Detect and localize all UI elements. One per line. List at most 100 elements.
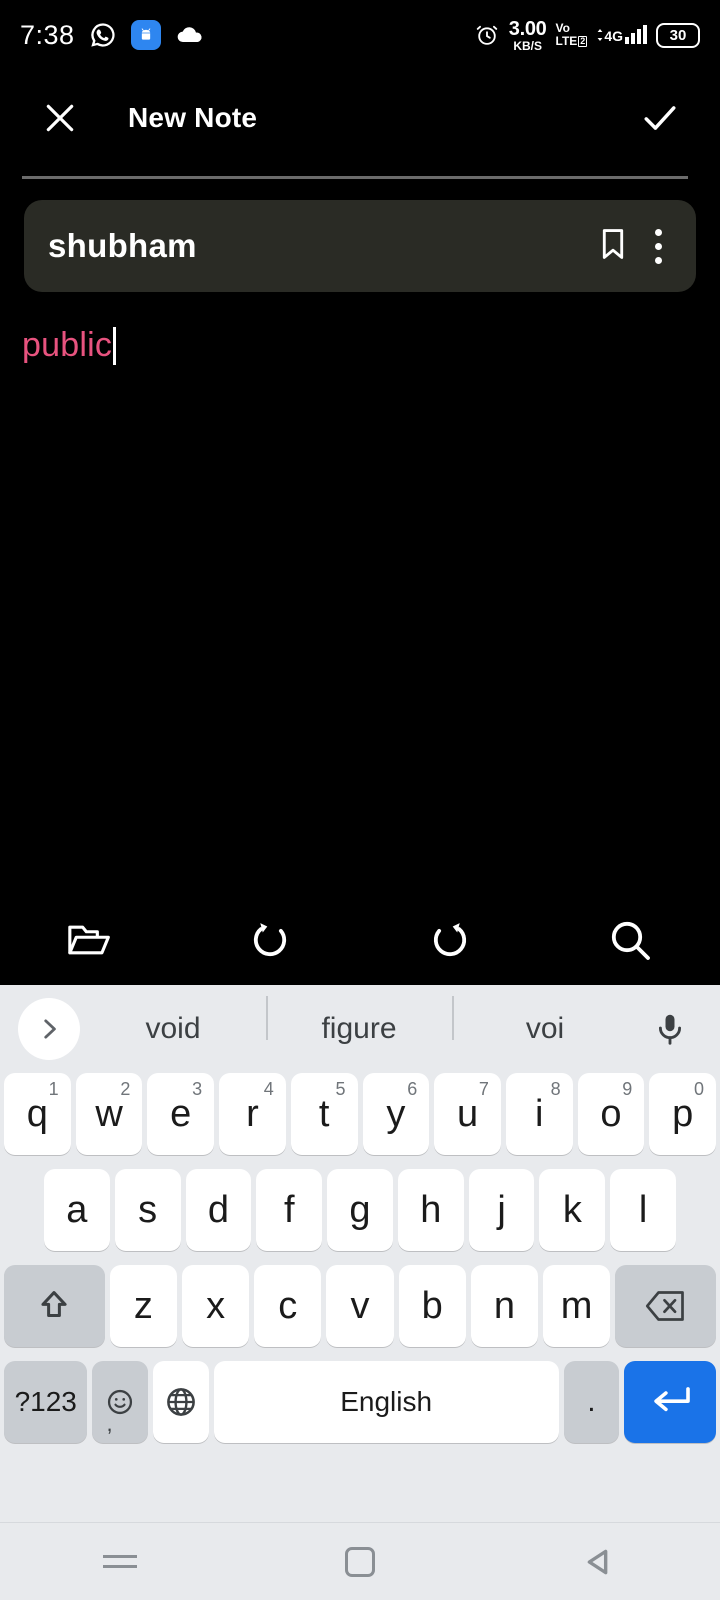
- key-sup: 3: [192, 1079, 203, 1099]
- back-icon: [587, 1549, 608, 1574]
- key-y[interactable]: 6y: [362, 1073, 430, 1155]
- network-type: 4G: [604, 28, 623, 44]
- key-label: u: [456, 1093, 479, 1135]
- alarm-icon: [476, 25, 498, 45]
- system-nav-bar: [0, 1522, 720, 1600]
- page-title: New Note: [128, 102, 258, 133]
- key-n[interactable]: n: [470, 1265, 539, 1347]
- key-b[interactable]: b: [398, 1265, 466, 1347]
- signal-indicator: 4G: [596, 25, 647, 44]
- app-bar: New Note: [0, 78, 720, 158]
- suggestion-item[interactable]: figure: [266, 996, 452, 1046]
- key-sup: 9: [622, 1079, 633, 1099]
- key-c[interactable]: c: [254, 1265, 322, 1347]
- voice-input-button[interactable]: [638, 1011, 702, 1047]
- key-label: e: [170, 1093, 192, 1135]
- status-bar: 7:38 3.00 KB/S Vo LTE 2 4G 30: [0, 0, 720, 70]
- status-bar-right: 3.00 KB/S Vo LTE 2 4G 30: [474, 19, 700, 52]
- key-z[interactable]: z: [109, 1265, 177, 1347]
- search-button[interactable]: [540, 916, 720, 964]
- recents-button[interactable]: [0, 1555, 240, 1568]
- note-body-field[interactable]: public: [22, 326, 682, 365]
- search-icon: [611, 921, 650, 960]
- key-v[interactable]: v: [326, 1265, 394, 1347]
- status-time: 7:38: [20, 19, 75, 50]
- suggestion-item[interactable]: void: [80, 1012, 266, 1046]
- space-key[interactable]: English: [213, 1361, 559, 1443]
- key-d[interactable]: d: [185, 1169, 252, 1251]
- undo-button[interactable]: [180, 917, 360, 963]
- volte-indicator: Vo LTE 2: [556, 22, 588, 47]
- phone-screen: 7:38 3.00 KB/S Vo LTE 2 4G 30 New Note s…: [0, 0, 720, 1600]
- net-speed-unit: KB/S: [513, 38, 542, 53]
- key-label: d: [207, 1189, 229, 1231]
- key-label: ?123: [14, 1386, 77, 1417]
- key-j[interactable]: j: [468, 1169, 535, 1251]
- key-p[interactable]: 0p: [649, 1073, 717, 1155]
- key-r[interactable]: 4r: [219, 1073, 286, 1155]
- key-u[interactable]: 7u: [434, 1073, 501, 1155]
- key-label: i: [535, 1093, 544, 1135]
- close-button[interactable]: [34, 92, 86, 144]
- shift-key[interactable]: [4, 1265, 105, 1347]
- redo-icon: [433, 923, 467, 957]
- key-i[interactable]: 8i: [505, 1073, 573, 1155]
- expand-suggestions-button[interactable]: [18, 998, 80, 1060]
- note-title-field[interactable]: shubham: [24, 200, 696, 292]
- key-label: p: [672, 1093, 694, 1135]
- key-sup: 7: [478, 1079, 489, 1099]
- key-label: g: [349, 1189, 371, 1231]
- key-label: f: [283, 1189, 295, 1231]
- key-m[interactable]: m: [543, 1265, 611, 1347]
- check-icon: [644, 106, 676, 130]
- key-k[interactable]: k: [539, 1169, 606, 1251]
- recents-icon: [103, 1555, 137, 1568]
- key-w[interactable]: 2w: [75, 1073, 143, 1155]
- backspace-icon: [645, 1291, 684, 1321]
- key-o[interactable]: 9o: [577, 1073, 645, 1155]
- enter-key[interactable]: [624, 1361, 716, 1443]
- battery-indicator: 30: [656, 22, 700, 48]
- save-note-button[interactable]: [634, 92, 686, 144]
- cloud-icon: [177, 27, 202, 43]
- key-l[interactable]: l: [610, 1169, 677, 1251]
- key-label: n: [493, 1285, 515, 1327]
- note-toolbar: [0, 900, 720, 980]
- key-s[interactable]: s: [114, 1169, 181, 1251]
- key-label: z: [133, 1285, 153, 1327]
- key-t[interactable]: 5t: [290, 1073, 358, 1155]
- key-sup: 6: [407, 1079, 418, 1099]
- period-key[interactable]: .: [563, 1361, 620, 1443]
- chevron-right-icon: [44, 1019, 56, 1039]
- open-folder-button[interactable]: [0, 918, 180, 962]
- key-label: a: [66, 1189, 88, 1231]
- key-h[interactable]: h: [397, 1169, 464, 1251]
- symbols-key[interactable]: ?123: [4, 1361, 88, 1443]
- suggestion-item[interactable]: voi: [452, 996, 638, 1046]
- language-key[interactable]: [153, 1361, 209, 1443]
- key-e[interactable]: 3e: [147, 1073, 215, 1155]
- battery-level: 30: [669, 26, 687, 44]
- key-sup: 4: [263, 1079, 274, 1099]
- key-label: t: [318, 1093, 330, 1135]
- key-q[interactable]: 1q: [3, 1073, 71, 1155]
- backspace-key[interactable]: [615, 1265, 717, 1347]
- key-label: o: [600, 1093, 622, 1135]
- key-label: c: [278, 1285, 298, 1327]
- bookmark-button[interactable]: [594, 225, 632, 268]
- text-cursor: [113, 326, 117, 365]
- key-label: y: [386, 1093, 406, 1135]
- back-button[interactable]: [480, 1545, 720, 1579]
- data-arrows-icon: [597, 29, 603, 41]
- key-g[interactable]: g: [327, 1169, 393, 1251]
- whatsapp-icon: [90, 23, 115, 47]
- emoji-key[interactable]: ,: [92, 1361, 149, 1443]
- redo-button[interactable]: [360, 917, 540, 963]
- home-button[interactable]: [240, 1546, 480, 1577]
- key-sup: 8: [550, 1079, 561, 1099]
- overflow-menu-button[interactable]: [654, 228, 672, 264]
- key-a[interactable]: a: [43, 1169, 110, 1251]
- key-f[interactable]: f: [256, 1169, 323, 1251]
- shift-icon: [41, 1291, 67, 1318]
- key-x[interactable]: x: [182, 1265, 250, 1347]
